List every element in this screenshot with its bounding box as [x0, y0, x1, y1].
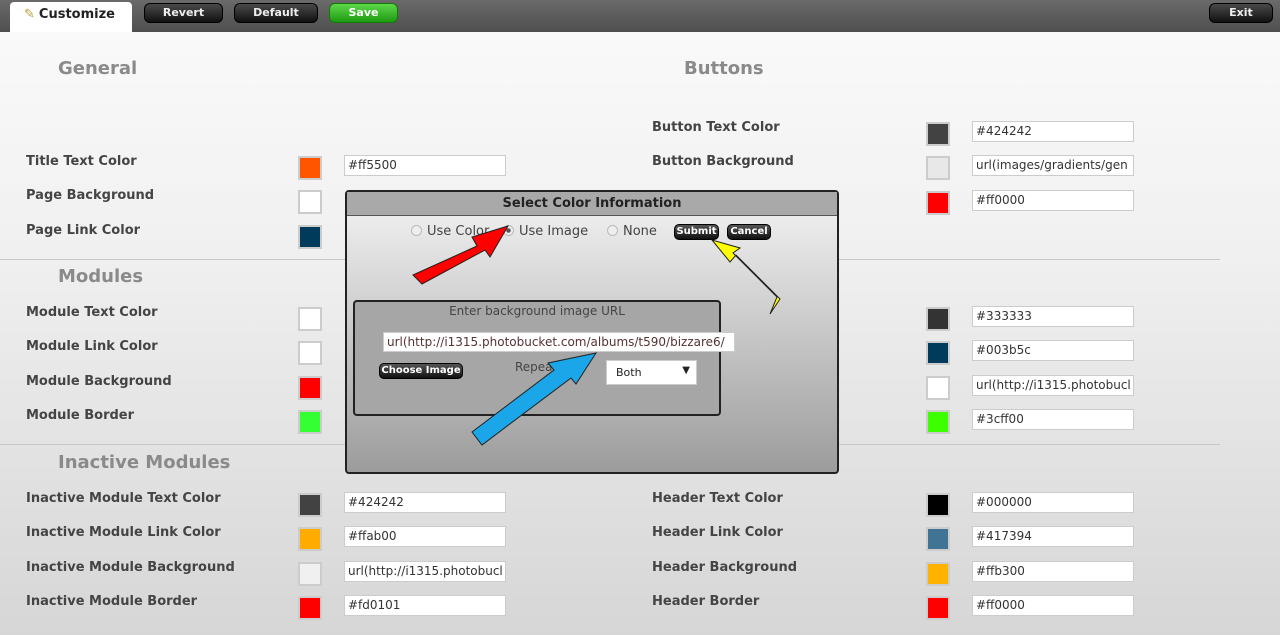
setting-label: Header Background: [652, 560, 798, 575]
color-value-input[interactable]: url(http://i1315.photobucl: [972, 375, 1134, 396]
setting-label: Module Border: [26, 408, 135, 423]
top-toolbar: ✎ Customize Revert Default Save Exit: [0, 0, 1280, 32]
setting-label: Header Link Color: [652, 525, 783, 540]
color-value-input[interactable]: #fd0101: [344, 595, 506, 616]
color-swatch[interactable]: [926, 341, 950, 365]
color-swatch[interactable]: [298, 341, 322, 365]
color-swatch[interactable]: [298, 190, 322, 214]
color-swatch[interactable]: [926, 410, 950, 434]
color-value-input[interactable]: #ff5500: [344, 155, 506, 176]
select-color-dialog: Select Color Information Use Color Use I…: [345, 190, 839, 474]
color-swatch[interactable]: [926, 191, 950, 215]
color-swatch[interactable]: [926, 562, 950, 586]
setting-label: Button Background: [652, 154, 794, 169]
default-button[interactable]: Default: [234, 3, 318, 23]
color-swatch[interactable]: [926, 596, 950, 620]
image-url-input[interactable]: url(http://i1315.photobucket.com/albums/…: [383, 332, 735, 352]
exit-button[interactable]: Exit: [1209, 3, 1273, 23]
color-value-input[interactable]: #003b5c: [972, 340, 1134, 361]
setting-label: Module Text Color: [26, 305, 158, 320]
submit-button[interactable]: Submit: [674, 224, 719, 240]
color-value-input[interactable]: #3cff00: [972, 409, 1134, 430]
chevron-down-icon: ▼: [682, 365, 690, 376]
color-swatch[interactable]: [298, 225, 322, 249]
setting-label: Header Border: [652, 594, 760, 609]
color-value-input[interactable]: #333333: [972, 306, 1134, 327]
setting-label: Module Background: [26, 374, 172, 389]
dialog-title: Select Color Information: [347, 192, 837, 216]
choose-image-button[interactable]: Choose Image: [379, 363, 463, 379]
color-value-input[interactable]: #ffb300: [972, 561, 1134, 582]
color-value-input[interactable]: #424242: [344, 492, 506, 513]
setting-label: Inactive Module Link Color: [26, 525, 221, 540]
color-swatch[interactable]: [298, 562, 322, 586]
section-buttons: Buttons: [684, 58, 764, 79]
color-swatch[interactable]: [926, 122, 950, 146]
color-value-input[interactable]: #424242: [972, 121, 1134, 142]
color-swatch[interactable]: [926, 156, 950, 180]
radio-use-image[interactable]: Use Image: [503, 224, 588, 239]
section-general: General: [58, 58, 138, 79]
color-swatch[interactable]: [926, 376, 950, 400]
repeat-label: Repeat: [515, 360, 558, 374]
color-swatch[interactable]: [298, 307, 322, 331]
color-swatch[interactable]: [298, 376, 322, 400]
revert-button[interactable]: Revert: [144, 3, 223, 23]
section-inactive-modules: Inactive Modules: [58, 452, 231, 473]
setting-label: Header Text Color: [652, 491, 783, 506]
color-value-input[interactable]: #000000: [972, 492, 1134, 513]
color-swatch[interactable]: [298, 410, 322, 434]
save-button[interactable]: Save: [329, 3, 398, 23]
repeat-select[interactable]: Both ▼: [606, 360, 697, 385]
setting-label: Inactive Module Border: [26, 594, 198, 609]
radio-none[interactable]: None: [607, 224, 657, 239]
radio-use-color[interactable]: Use Color: [411, 224, 489, 239]
color-value-input[interactable]: #417394: [972, 526, 1134, 547]
pencil-icon: ✎: [24, 7, 35, 22]
color-value-input[interactable]: url(http://i1315.photobucl: [344, 561, 506, 582]
color-value-input[interactable]: #ffab00: [344, 526, 506, 547]
image-url-panel: Enter background image URL url(http://i1…: [353, 300, 735, 416]
panel-title: Enter background image URL: [449, 304, 625, 318]
tab-customize[interactable]: ✎ Customize: [10, 2, 132, 32]
color-value-input[interactable]: #ff0000: [972, 595, 1134, 616]
setting-label: Page Link Color: [26, 223, 141, 238]
cancel-button[interactable]: Cancel: [727, 224, 771, 240]
setting-label: Page Background: [26, 188, 155, 203]
color-swatch[interactable]: [298, 527, 322, 551]
color-swatch[interactable]: [926, 493, 950, 517]
section-modules: Modules: [58, 266, 144, 287]
setting-label: Title Text Color: [26, 154, 137, 169]
color-swatch[interactable]: [926, 527, 950, 551]
color-swatch[interactable]: [926, 307, 950, 331]
color-swatch[interactable]: [298, 493, 322, 517]
color-swatch[interactable]: [298, 156, 322, 180]
setting-label: Inactive Module Background: [26, 560, 235, 575]
color-swatch[interactable]: [298, 596, 322, 620]
color-value-input[interactable]: url(images/gradients/gen: [972, 155, 1134, 176]
setting-label: Module Link Color: [26, 339, 158, 354]
setting-label: Inactive Module Text Color: [26, 491, 221, 506]
color-value-input[interactable]: #ff0000: [972, 190, 1134, 211]
setting-label: Button Text Color: [652, 120, 780, 135]
